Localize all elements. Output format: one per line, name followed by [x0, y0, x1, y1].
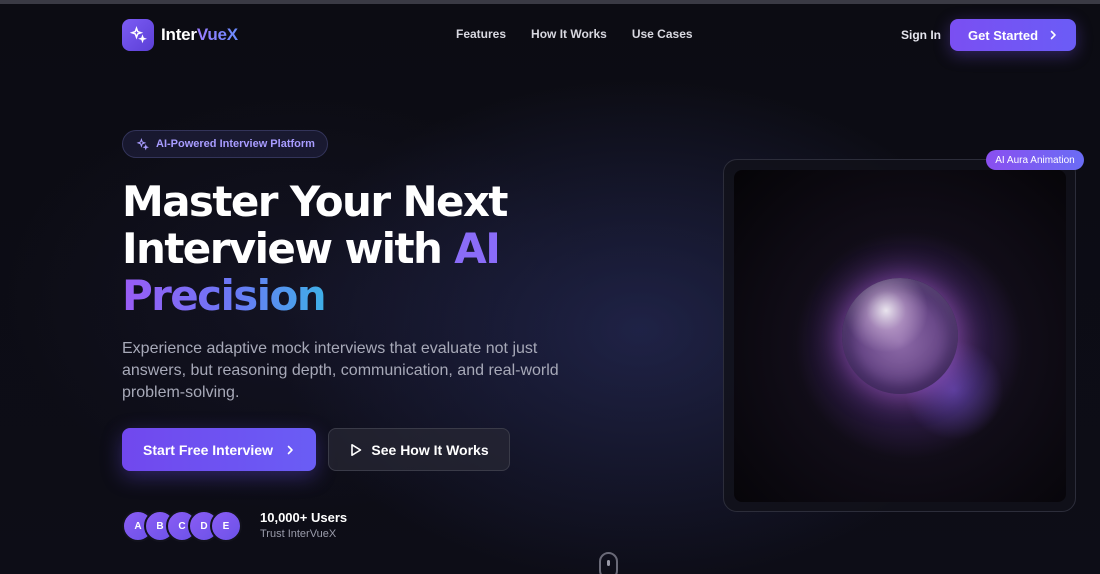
aura-animation-canvas [734, 170, 1066, 502]
nav-link-use-cases[interactable]: Use Cases [632, 27, 693, 41]
get-started-label: Get Started [967, 27, 1039, 43]
nav-link-how-it-works[interactable]: How It Works [531, 27, 607, 41]
window-top-border [0, 0, 1100, 4]
sparkles-icon [136, 137, 149, 150]
platform-badge: AI-Powered Interview Platform [122, 130, 328, 158]
user-avatars: A B C D E [122, 510, 242, 542]
headline-line-1: Master Your Next [122, 177, 508, 226]
start-free-interview-label: Start Free Interview [143, 441, 273, 458]
sign-in-link[interactable]: Sign In [901, 28, 941, 42]
see-how-it-works-label: See How It Works [371, 441, 489, 458]
headline-line-2: Interview with AI [122, 224, 501, 273]
platform-badge-label: AI-Powered Interview Platform [156, 138, 315, 150]
users-count: 10,000+ Users [260, 510, 348, 525]
aura-orb [842, 278, 958, 394]
see-how-it-works-button[interactable]: See How It Works [328, 428, 510, 471]
top-navbar: InterVueX Features How It Works Use Case… [0, 19, 1100, 51]
headline-accent-ai: AI [454, 224, 501, 273]
users-caption: Trust InterVueX [260, 528, 337, 540]
brand-name: InterVueX [161, 25, 238, 44]
start-free-interview-button[interactable]: Start Free Interview [122, 428, 316, 471]
hero-headline: Master Your Next Interview with AI Preci… [122, 178, 622, 319]
ai-aura-card [723, 159, 1076, 512]
chevron-right-icon [1050, 30, 1056, 40]
sparkles-icon [122, 19, 154, 51]
avatar: E [210, 510, 242, 542]
brand-logo[interactable]: InterVueX [122, 19, 238, 51]
chevron-right-icon [287, 445, 293, 454]
scroll-indicator-icon[interactable] [599, 552, 618, 574]
hero-subtext: Experience adaptive mock interviews that… [122, 340, 559, 401]
nav-link-features[interactable]: Features [456, 27, 506, 41]
aura-animation-badge: AI Aura Animation [986, 150, 1084, 170]
nav-links: Features How It Works Use Cases [456, 27, 693, 41]
get-started-button[interactable]: Get Started [950, 19, 1076, 51]
play-icon [351, 443, 362, 456]
headline-line-3: Precision [122, 271, 327, 320]
